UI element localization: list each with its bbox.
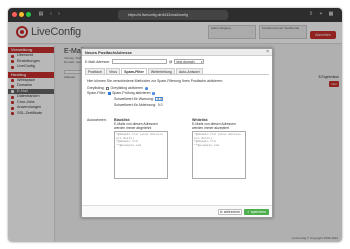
reject-threshold-label: Schwellwert für Ablehnung: bbox=[114, 103, 157, 107]
url-text: https://cl.liveconfig.de:8443/mail/confi… bbox=[128, 13, 188, 17]
save-button[interactable]: ✓ speichern bbox=[244, 209, 269, 215]
reject-threshold-value[interactable]: 9.0 bbox=[158, 103, 163, 107]
forward-icon[interactable]: › bbox=[56, 11, 62, 17]
greylisting-row: Greylisting: Greylisting aktivieren i bbox=[87, 86, 148, 90]
spam-filter-checkbox[interactable] bbox=[107, 91, 111, 95]
greylisting-option-label[interactable]: Greylisting aktivieren bbox=[111, 86, 143, 90]
warn-threshold-value: 5.0 bbox=[157, 96, 163, 101]
email-address-row: E-Mail-Adresse: @ test.domain bbox=[85, 59, 205, 64]
blacklist-description: E-Mails von diesen Adressen werden immer… bbox=[114, 122, 158, 130]
email-label: E-Mail-Adresse: bbox=[85, 59, 110, 64]
dialog-footer: ⊘ abbrechen ✓ speichern bbox=[82, 205, 272, 217]
close-icon[interactable]: × bbox=[266, 49, 269, 56]
cancel-button[interactable]: ⊘ abbrechen bbox=[218, 209, 242, 215]
minimize-window-button[interactable] bbox=[19, 12, 24, 17]
browser-titlebar: ▤ ‹ › https://cl.liveconfig.de:8443/mail… bbox=[8, 8, 342, 22]
warn-threshold-row: Schwellwert für Warnung: 5.0 bbox=[114, 96, 164, 101]
blacklist-column: Blacklist: E-Mails von diesen Adressen w… bbox=[114, 118, 168, 179]
at-sign: @ bbox=[168, 59, 173, 64]
domain-select[interactable]: test.domain bbox=[174, 59, 205, 64]
close-window-button[interactable] bbox=[12, 12, 17, 17]
dialog-header: Neues Postfach/Adresse × bbox=[82, 49, 272, 56]
back-icon[interactable]: ‹ bbox=[48, 11, 54, 17]
blacklist-textarea[interactable]: *@domain.tld (eine Adresse pro Zeile) *@… bbox=[114, 131, 168, 179]
greylisting-label: Greylisting: bbox=[87, 86, 105, 90]
whitelist-description: E-Mails von diesen Adressen werden immer… bbox=[192, 122, 236, 130]
spam-filter-row: Spam-Filter: Spam-Prüfung aktivieren i bbox=[87, 91, 156, 95]
greylisting-checkbox[interactable] bbox=[106, 86, 110, 90]
new-mailbox-dialog: Neues Postfach/Adresse × E-Mail-Adresse:… bbox=[81, 48, 273, 218]
whitelist-textarea[interactable]: *@domain.tld (eine Adresse pro Zeile) *@… bbox=[192, 131, 246, 179]
save-button-label: speichern bbox=[250, 210, 267, 214]
address-bar[interactable]: https://cl.liveconfig.de:8443/mail/confi… bbox=[118, 10, 228, 20]
spam-intro-text: Hier können Sie verschiedene Methoden zu… bbox=[87, 79, 223, 83]
warn-threshold-label: Schwellwert für Warnung: bbox=[114, 96, 154, 101]
tabs-overview-icon[interactable]: ▦ bbox=[328, 11, 334, 17]
spam-filter-option-label[interactable]: Spam-Prüfung aktivieren bbox=[112, 91, 151, 95]
cancel-button-label: abbrechen bbox=[223, 210, 241, 214]
exceptions-label: Ausnahmen: bbox=[87, 118, 107, 122]
email-local-part-input[interactable] bbox=[111, 59, 167, 64]
tab-divider bbox=[85, 74, 269, 75]
share-icon[interactable]: ⇪ bbox=[308, 11, 314, 17]
whitelist-column: Whitelist: E-Mails von diesen Adressen w… bbox=[192, 118, 246, 179]
checkmark-icon: ✓ bbox=[246, 210, 250, 214]
info-icon[interactable]: i bbox=[152, 91, 156, 95]
dialog-title: Neues Postfach/Adresse bbox=[85, 50, 132, 55]
info-icon[interactable]: i bbox=[144, 86, 148, 90]
exceptions-label-text: Ausnahmen: bbox=[87, 118, 107, 122]
cancel-icon: ⊘ bbox=[219, 210, 223, 214]
spam-filter-label: Spam-Filter: bbox=[87, 91, 107, 95]
reject-threshold-row: Schwellwert für Ablehnung: 9.0 bbox=[114, 103, 163, 107]
warn-threshold-input[interactable]: 5.0 bbox=[155, 96, 164, 101]
domain-select-value: test.domain bbox=[176, 60, 195, 64]
zoom-window-button[interactable] bbox=[26, 12, 31, 17]
sidebar-toggle-icon[interactable]: ▤ bbox=[38, 11, 44, 17]
new-tab-icon[interactable]: + bbox=[318, 11, 324, 17]
